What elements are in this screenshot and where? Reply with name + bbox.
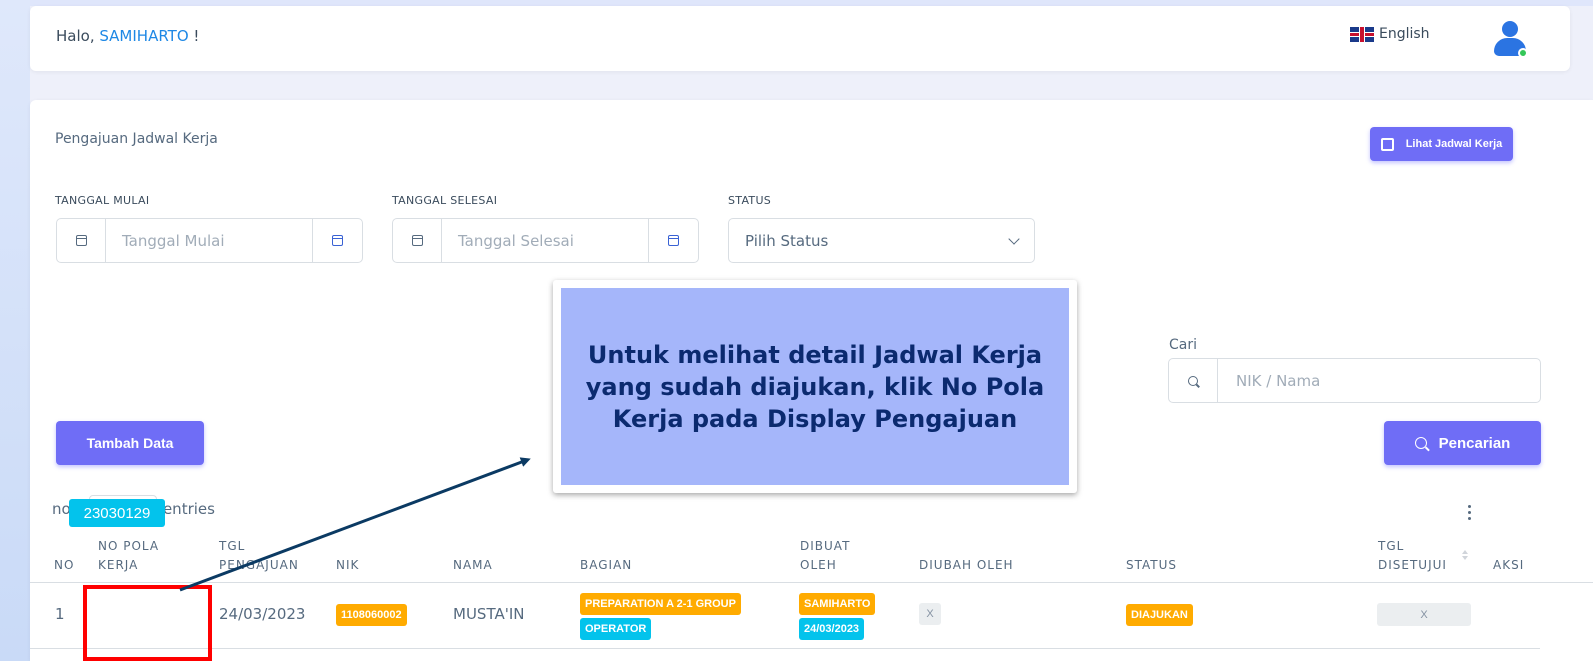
row-actions-menu-icon[interactable] <box>1468 505 1472 521</box>
online-status-dot <box>1518 48 1528 58</box>
end-date-field[interactable]: Tanggal Selesai <box>392 218 699 263</box>
entries-label: entries <box>162 500 215 518</box>
status-select-value: Pilih Status <box>745 231 829 250</box>
greeting: Halo, SAMIHARTO ! <box>56 27 199 45</box>
top-navbar: Halo, SAMIHARTO ! English <box>30 6 1570 71</box>
start-date-label: TANGGAL MULAI <box>55 194 150 207</box>
chevron-down-icon <box>1008 232 1020 245</box>
start-date-prefix <box>57 219 106 262</box>
highlight-box <box>83 585 212 661</box>
callout-panel: Untuk melihat detail Jadwal Kerja yang s… <box>561 288 1069 485</box>
th-dibuat-oleh[interactable]: DIBUAT OLEH <box>800 537 850 575</box>
jabatan-badge: OPERATOR <box>580 618 652 640</box>
calendar-clear-icon <box>332 235 343 246</box>
start-date-field[interactable]: Tanggal Mulai <box>56 218 363 263</box>
th-tgl-pengajuan[interactable]: TGL PENGAJUAN <box>219 537 299 575</box>
end-date-prefix <box>393 219 442 262</box>
th-tgl-line1: TGL <box>219 539 246 553</box>
th-nik[interactable]: NIK <box>336 556 359 575</box>
row-divider <box>30 648 1540 649</box>
nik-badge: 1108060002 <box>336 604 407 626</box>
end-date-label: TANGGAL SELESAI <box>392 194 498 207</box>
tgl-disetujui-badge: X <box>1377 603 1471 626</box>
search-prefix <box>1169 359 1218 402</box>
th-status[interactable]: STATUS <box>1126 556 1177 575</box>
th-no-pola-line2: KERJA <box>98 558 139 572</box>
status-label: STATUS <box>728 194 772 207</box>
dibuat-tgl-badge: 24/03/2023 <box>799 618 865 640</box>
th-no[interactable]: NO <box>54 556 74 575</box>
cell-no: 1 <box>55 605 65 623</box>
page-title: Pengajuan Jadwal Kerja <box>55 131 218 147</box>
cell-nama: MUSTA'IN <box>453 605 525 623</box>
uk-flag-icon <box>1350 26 1374 42</box>
avatar-head <box>1502 21 1518 37</box>
add-data-label: Tambah Data <box>86 435 174 451</box>
th-disetujui-line2: DISETUJUI <box>1378 558 1447 572</box>
search-input[interactable]: NIK / Nama <box>1218 372 1320 390</box>
th-dibuat-line1: DIBUAT <box>800 539 851 553</box>
th-tgl-line2: PENGAJUAN <box>219 558 299 572</box>
th-aksi: AKSI <box>1493 558 1525 572</box>
calendar-note-icon <box>1380 137 1394 151</box>
sort-icon[interactable] <box>1462 547 1468 563</box>
add-data-button[interactable]: Tambah Data <box>56 421 204 465</box>
th-no-pola-kerja[interactable]: NO POLA KERJA <box>98 537 159 575</box>
calendar-icon <box>411 235 423 246</box>
language-switcher[interactable]: English <box>1350 26 1430 42</box>
view-schedule-label: Lihat Jadwal Kerja <box>1405 138 1503 150</box>
th-bagian[interactable]: BAGIAN <box>580 556 632 575</box>
greeting-suffix: ! <box>188 27 200 45</box>
status-badge: DIAJUKAN <box>1126 604 1193 626</box>
view-schedule-button[interactable]: Lihat Jadwal Kerja <box>1370 127 1513 161</box>
cell-tgl-pengajuan: 24/03/2023 <box>219 605 306 623</box>
calendar-icon <box>75 235 87 246</box>
search-icon <box>1188 375 1198 386</box>
table-header: NO NO POLA KERJA TGL PENGAJUAN NIK NAMA … <box>30 535 1593 583</box>
th-tgl-disetujui[interactable]: TGL DISETUJUI <box>1378 537 1447 575</box>
calendar-clear-icon <box>668 235 679 246</box>
start-date-picker-button[interactable] <box>312 219 362 262</box>
dibuat-oleh-badge: SAMIHARTO <box>799 593 876 615</box>
th-disetujui-line1: TGL <box>1378 539 1405 553</box>
th-nama[interactable]: NAMA <box>453 556 493 575</box>
th-diubah-oleh[interactable]: DIUBAH OLEH <box>919 556 1014 575</box>
avatar[interactable] <box>1490 18 1532 60</box>
callout-text: Untuk melihat detail Jadwal Kerja yang s… <box>585 340 1045 433</box>
page-left-band <box>0 0 30 661</box>
end-date-picker-button[interactable] <box>648 219 698 262</box>
search-field[interactable]: NIK / Nama <box>1168 358 1541 403</box>
start-date-input[interactable]: Tanggal Mulai <box>106 232 312 250</box>
th-no-pola-line1: NO POLA <box>98 539 160 553</box>
th-dibuat-line2: OLEH <box>800 558 837 572</box>
end-date-input[interactable]: Tanggal Selesai <box>442 232 648 250</box>
status-select[interactable]: Pilih Status <box>728 218 1035 263</box>
instruction-callout: Untuk melihat detail Jadwal Kerja yang s… <box>553 280 1077 493</box>
greeting-username: SAMIHARTO <box>99 27 189 45</box>
no-pola-kerja-link[interactable]: 23030129 <box>69 499 165 527</box>
search-button[interactable]: Pencarian <box>1384 421 1541 465</box>
search-label: Cari <box>1169 337 1197 353</box>
greeting-prefix: Halo, <box>56 27 100 45</box>
diubah-oleh-badge: X <box>919 603 941 625</box>
search-button-label: Pencarian <box>1438 434 1511 452</box>
search-icon <box>1414 437 1427 449</box>
language-label: English <box>1379 26 1430 42</box>
bagian-badge: PREPARATION A 2-1 GROUP <box>580 593 741 615</box>
